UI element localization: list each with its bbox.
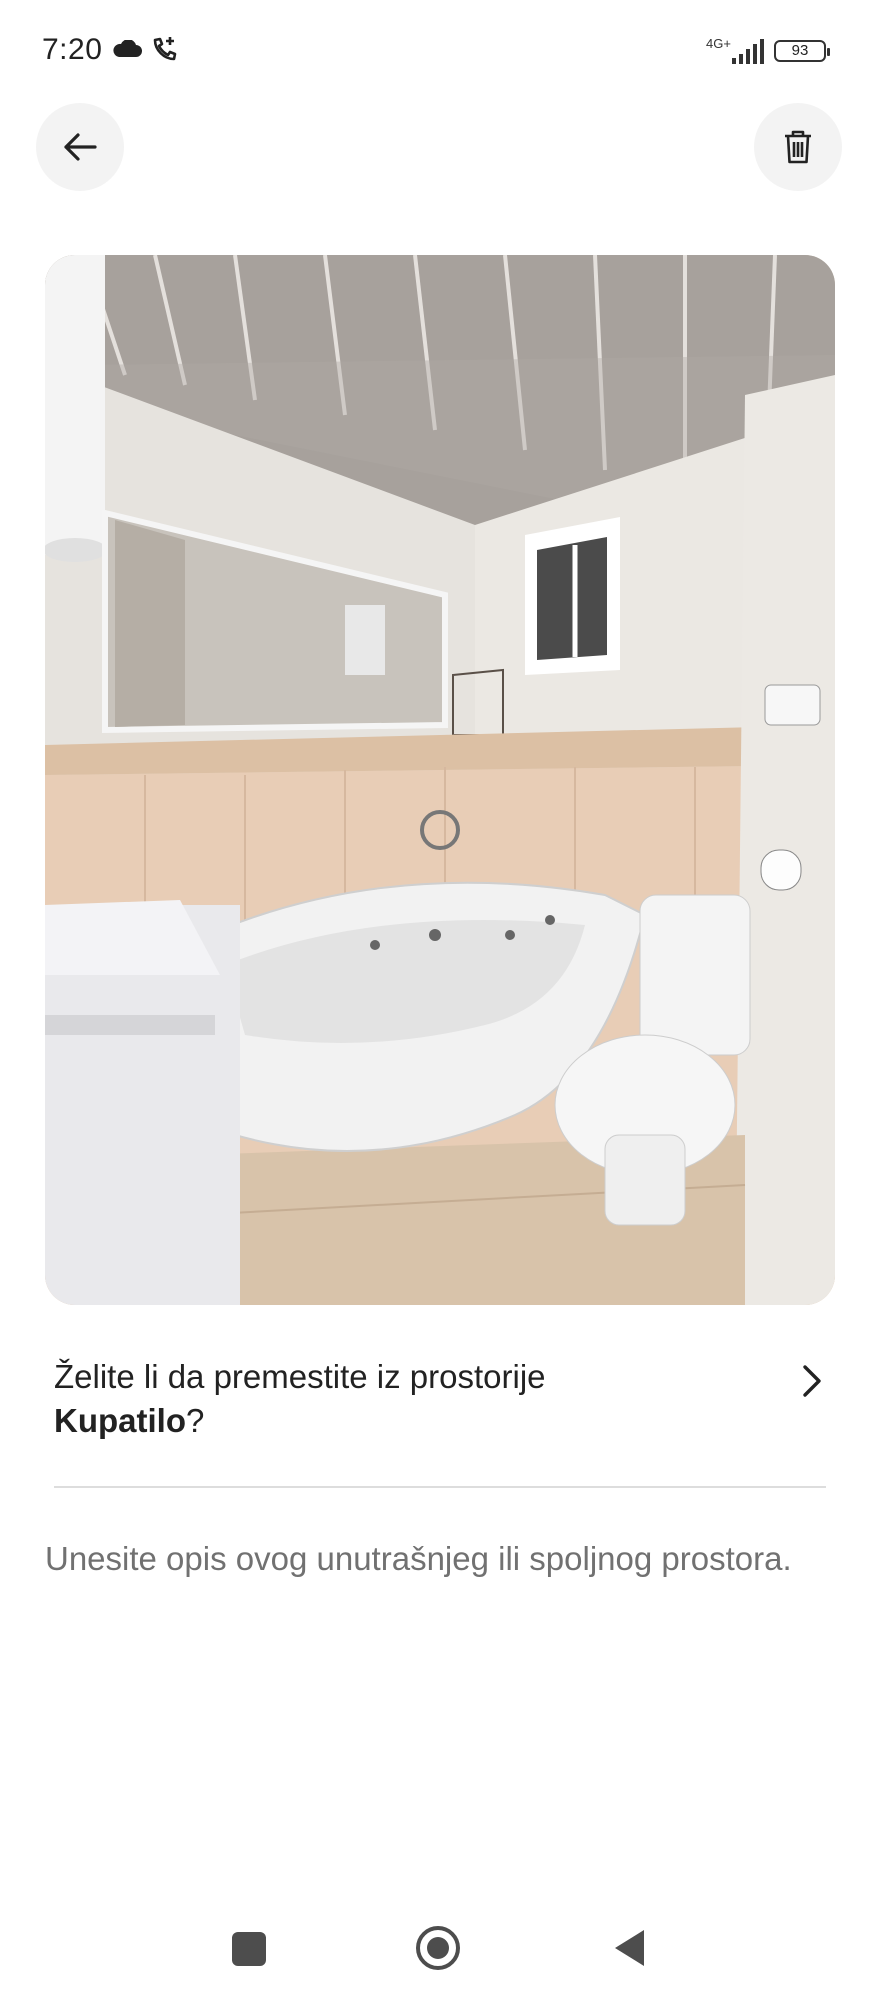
back-button[interactable]: [36, 103, 124, 191]
move-room-suffix: ?: [185, 1402, 205, 1439]
arrow-left-icon: [64, 133, 97, 161]
room-photo[interactable]: [45, 255, 835, 1305]
recents-button[interactable]: [232, 1932, 266, 1966]
status-bar: 7:20 4G+ 93: [0, 0, 879, 100]
bathroom-photo-image: [45, 255, 835, 1305]
nav-back-button[interactable]: [612, 1928, 646, 1968]
status-time: 7:20: [42, 33, 103, 66]
trash-icon: [785, 130, 811, 164]
chevron-right-icon: [803, 1365, 821, 1397]
move-room-text: Želite li da premestite iz prostorije Ku…: [54, 1355, 734, 1443]
system-nav-bar: [0, 1900, 879, 2000]
home-button[interactable]: [416, 1926, 460, 1970]
description-input[interactable]: Unesite opis ovog unutrašnjeg ili spoljn…: [45, 1532, 825, 1586]
cloud-icon: [113, 40, 142, 57]
move-room-prefix: Želite li da premestite iz prostorije: [54, 1358, 546, 1395]
current-room-name: Kupatilo: [54, 1402, 186, 1439]
move-room-row[interactable]: Želite li da premestite iz prostorije Ku…: [54, 1355, 834, 1455]
battery-indicator: 93: [774, 40, 830, 62]
call-forward-icon: [153, 37, 177, 61]
delete-photo-button[interactable]: [754, 103, 842, 191]
signal-icon: [732, 39, 764, 64]
divider: [54, 1486, 826, 1488]
